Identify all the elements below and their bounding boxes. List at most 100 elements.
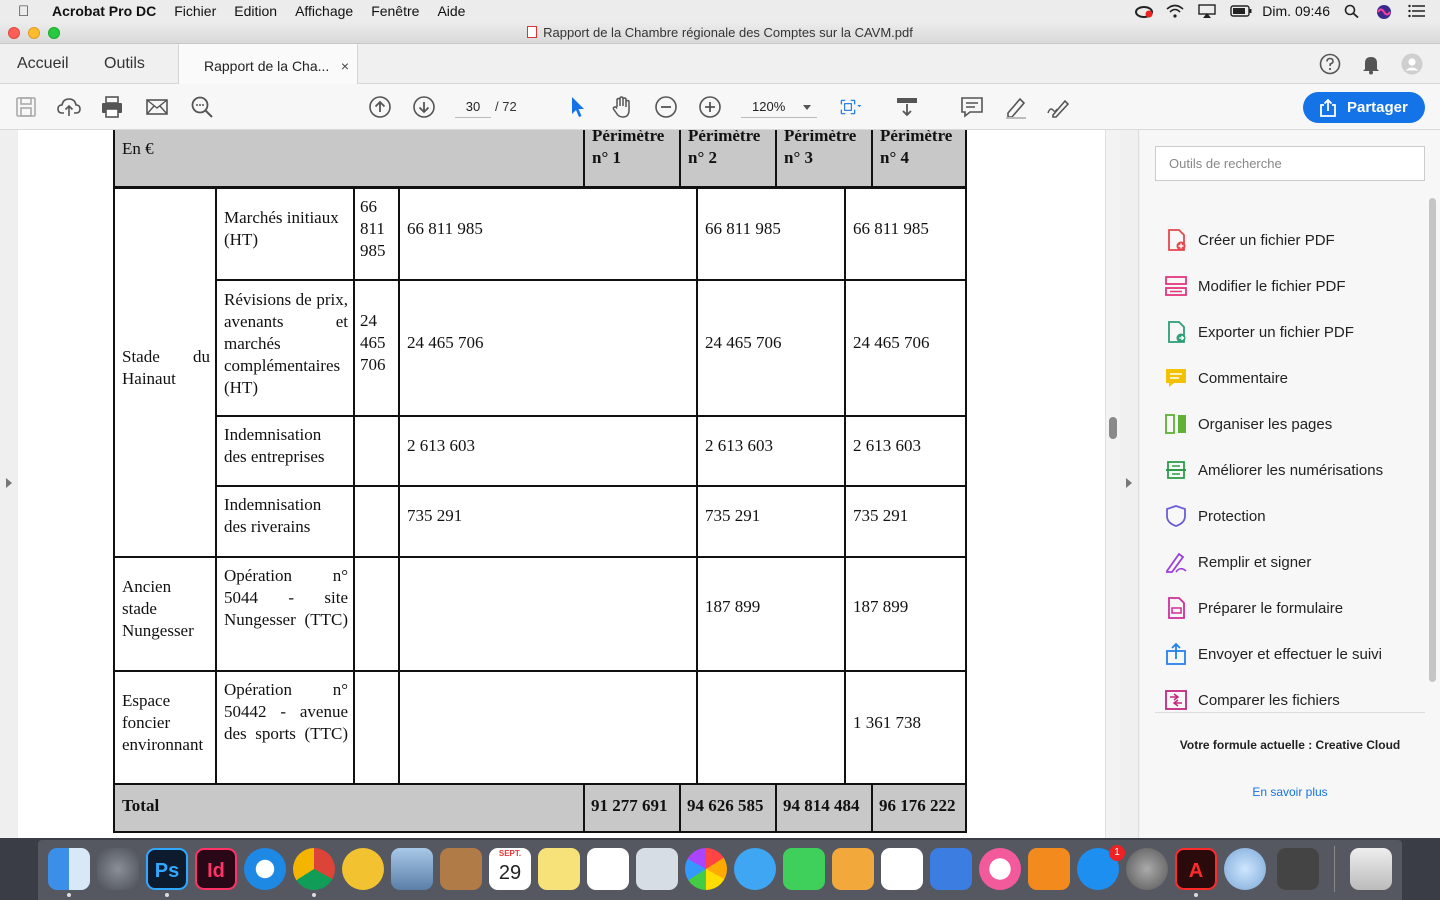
previous-page-icon[interactable]	[368, 95, 392, 119]
tools-search-input[interactable]: Outils de recherche	[1155, 146, 1425, 181]
tool-item[interactable]: Remplir et signer	[1164, 547, 1311, 577]
left-panel-toggle[interactable]	[0, 130, 18, 838]
menu-fenetre[interactable]: Fenêtre	[371, 3, 419, 19]
select-cursor-icon[interactable]	[566, 95, 590, 119]
airplay-icon[interactable]	[1198, 4, 1216, 18]
chrome-icon[interactable]	[293, 848, 335, 890]
share-button[interactable]: Partager	[1303, 92, 1425, 123]
document-scrollbar[interactable]	[1105, 130, 1120, 838]
menu-affichage[interactable]: Affichage	[295, 3, 353, 19]
highlight-pen-icon[interactable]	[1004, 95, 1028, 119]
tool-item[interactable]: Modifier le fichier PDF	[1164, 271, 1346, 301]
tab-document[interactable]: Rapport de la Cha... ×	[178, 44, 358, 85]
right-panel-toggle[interactable]	[1120, 130, 1139, 838]
tool-item[interactable]: Protection	[1164, 501, 1266, 531]
group-label: Stade du Hainaut	[122, 347, 210, 388]
cell-value: 735 291	[853, 506, 909, 525]
menu-fichier[interactable]: Fichier	[174, 3, 216, 19]
tool-item[interactable]: Préparer le formulaire	[1164, 593, 1343, 623]
sign-pen-icon[interactable]	[1047, 95, 1071, 119]
minimize-window-button[interactable]	[28, 27, 40, 39]
photo-booth-icon[interactable]	[636, 848, 678, 890]
expand-left-panel-icon[interactable]	[6, 478, 12, 488]
learn-more-link[interactable]: En savoir plus	[1140, 785, 1440, 799]
facetime-icon[interactable]	[783, 848, 825, 890]
tool-item[interactable]: Améliorer les numérisations	[1164, 455, 1383, 485]
upload-cloud-icon[interactable]	[57, 95, 81, 119]
total-p1-cell: 91 277 691	[583, 783, 681, 833]
page-number-input[interactable]: 30	[455, 96, 491, 118]
reminders-icon[interactable]	[587, 848, 629, 890]
menu-edition[interactable]: Edition	[234, 3, 277, 19]
messages-icon[interactable]	[734, 848, 776, 890]
photoshop-icon[interactable]: Ps	[146, 848, 188, 890]
header-p1-text: Périmètre n° 1	[592, 130, 665, 167]
calendar-icon[interactable]: SEPT. 29	[489, 848, 531, 890]
siri-icon[interactable]	[1376, 4, 1394, 19]
itunes-icon[interactable]	[979, 848, 1021, 890]
tool-item[interactable]: Exporter un fichier PDF	[1164, 317, 1354, 347]
menu-aide[interactable]: Aide	[437, 3, 465, 19]
launchpad-icon[interactable]	[97, 848, 139, 890]
contacts-icon[interactable]	[440, 848, 482, 890]
clock[interactable]: Dim. 09:46	[1262, 3, 1330, 19]
pdf-page[interactable]: En € Périmètre n° 1 Périmètre n° 2 Périm…	[18, 130, 1105, 838]
comment-icon[interactable]	[960, 95, 984, 119]
zoom-window-button[interactable]	[48, 27, 60, 39]
search-zoom-icon[interactable]	[190, 95, 214, 119]
email-icon[interactable]	[145, 95, 169, 119]
acrobat-icon[interactable]: A	[1175, 848, 1217, 890]
numbers-icon[interactable]	[881, 848, 923, 890]
tool-item[interactable]: Créer un fichier PDF	[1164, 225, 1335, 255]
close-window-button[interactable]	[8, 27, 20, 39]
print-icon[interactable]	[100, 95, 124, 119]
document-viewer[interactable]: En € Périmètre n° 1 Périmètre n° 2 Périm…	[0, 130, 1120, 838]
pages-icon[interactable]	[832, 848, 874, 890]
page-fit-icon[interactable]	[840, 95, 876, 119]
spotlight-search-icon[interactable]	[1344, 4, 1362, 19]
battery-icon[interactable]	[1230, 4, 1252, 18]
ibooks-icon[interactable]	[1028, 848, 1070, 890]
disk-icon[interactable]	[1277, 848, 1319, 890]
close-tab-icon[interactable]: ×	[341, 44, 349, 88]
wifi-icon[interactable]	[1166, 4, 1184, 18]
tool-item[interactable]: Commentaire	[1164, 363, 1288, 393]
apple-menu-icon[interactable]: 	[18, 3, 38, 20]
creative-cloud-icon[interactable]	[1134, 4, 1154, 18]
system-preferences-icon[interactable]	[1126, 848, 1168, 890]
document-scroll-thumb[interactable]	[1109, 417, 1117, 439]
utility-icon[interactable]	[1224, 848, 1266, 890]
notes-icon[interactable]	[538, 848, 580, 890]
menu-app-name[interactable]: Acrobat Pro DC	[52, 3, 156, 19]
preview-icon[interactable]	[391, 848, 433, 890]
cyberduck-icon[interactable]	[342, 848, 384, 890]
save-icon[interactable]	[14, 95, 38, 119]
finder-icon[interactable]	[48, 848, 90, 890]
trash-icon[interactable]	[1350, 848, 1392, 890]
collapse-right-panel-icon[interactable]	[1126, 478, 1132, 488]
fill-sign-icon	[1166, 552, 1187, 573]
tools-panel-scrollbar[interactable]	[1429, 198, 1436, 682]
cell-value: 24 465 706	[705, 333, 782, 352]
scrolling-mode-icon[interactable]	[895, 95, 919, 119]
notifications-bell-icon[interactable]	[1360, 53, 1382, 75]
safari-icon[interactable]	[244, 848, 286, 890]
cell-value: 66 811 985	[407, 219, 483, 238]
photos-icon[interactable]	[685, 848, 727, 890]
zoom-level-select[interactable]: 120%	[741, 96, 817, 118]
tab-tools[interactable]: Outils	[104, 44, 145, 84]
zoom-out-icon[interactable]	[654, 95, 678, 119]
indesign-icon[interactable]: Id	[195, 848, 237, 890]
tab-home[interactable]: Accueil	[17, 44, 69, 84]
notification-center-icon[interactable]	[1408, 4, 1426, 18]
help-icon[interactable]	[1319, 53, 1341, 75]
hand-tool-icon[interactable]	[610, 95, 634, 119]
tool-item[interactable]: Organiser les pages	[1164, 409, 1332, 439]
tool-item[interactable]: Envoyer et effectuer le suivi	[1164, 639, 1382, 669]
user-avatar-icon[interactable]	[1401, 53, 1423, 75]
keynote-icon[interactable]	[930, 848, 972, 890]
tool-item[interactable]: Comparer les fichiers	[1164, 685, 1340, 715]
cell-value: 66 811 985	[705, 219, 781, 238]
next-page-icon[interactable]	[412, 95, 436, 119]
zoom-in-icon[interactable]	[698, 95, 722, 119]
